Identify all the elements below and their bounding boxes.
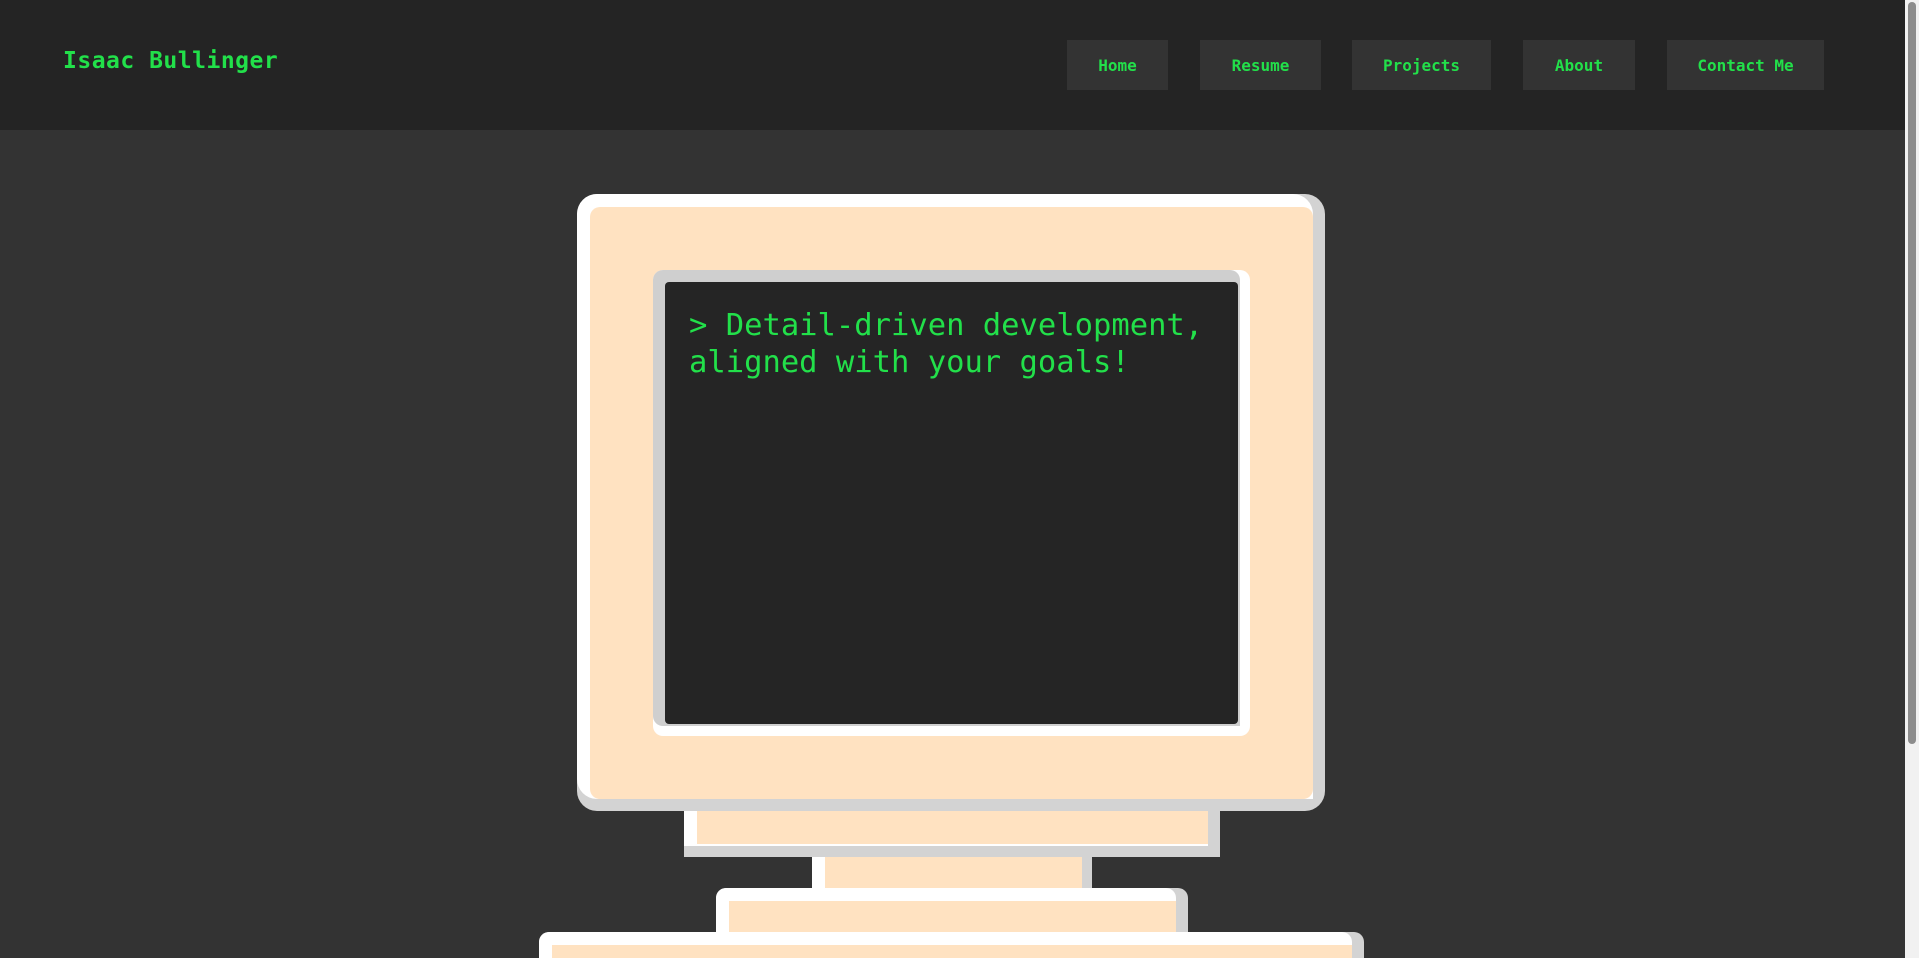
nav-projects-button[interactable]: Projects [1352, 40, 1491, 90]
page: Isaac Bullinger Home Resume Projects Abo… [0, 0, 1919, 958]
monitor-neck [697, 811, 1208, 844]
site-title[interactable]: Isaac Bullinger [63, 48, 278, 74]
vertical-scrollbar[interactable] [1905, 0, 1919, 958]
monitor-screen: > Detail-driven development, aligned wit… [665, 282, 1238, 724]
nav-home-button[interactable]: Home [1067, 40, 1168, 90]
nav-about-button[interactable]: About [1523, 40, 1635, 90]
scrollbar-thumb[interactable] [1908, 2, 1916, 744]
nav-resume-button[interactable]: Resume [1200, 40, 1321, 90]
stand-base [552, 945, 1352, 958]
nav-contact-button[interactable]: Contact Me [1667, 40, 1824, 90]
site-header: Isaac Bullinger Home Resume Projects Abo… [0, 0, 1905, 130]
hero-tagline: > Detail-driven development, aligned wit… [689, 308, 1204, 380]
